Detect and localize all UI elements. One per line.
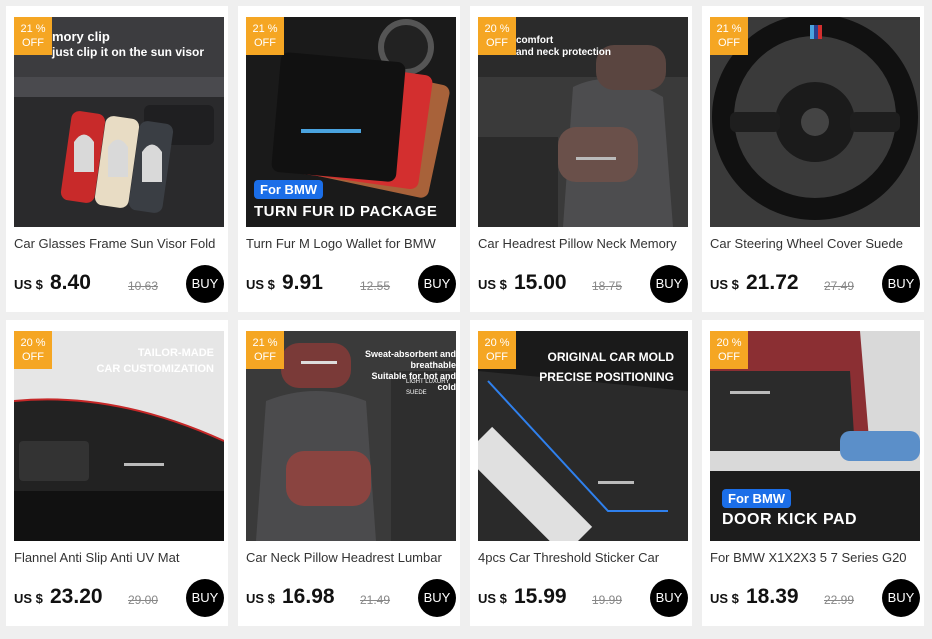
product-image[interactable]: Sweat-absorbent and breathable Suitable f… (246, 331, 456, 541)
product-title[interactable]: Car Steering Wheel Cover Suede (710, 236, 920, 251)
product-card[interactable]: Sweat-absorbent and breathable Suitable f… (238, 320, 460, 626)
currency-label: US $ (478, 591, 507, 606)
image-headline: TURN FUR ID PACKAGE (254, 203, 438, 220)
buy-button[interactable]: BUY (418, 265, 456, 303)
original-price: 21.49 (360, 593, 391, 607)
buy-button[interactable]: BUY (650, 579, 688, 617)
image-caption: just clip it on the sun visor (52, 45, 205, 59)
original-price: 10.63 (128, 279, 159, 293)
product-title[interactable]: For BMW X1X2X3 5 7 Series G20 (710, 550, 920, 565)
product-title[interactable]: Turn Fur M Logo Wallet for BMW (246, 236, 456, 251)
sale-price: 15.99 (514, 585, 567, 608)
product-card[interactable]: For BMW TURN FUR ID PACKAGE 21 % OFF Turn… (238, 6, 460, 312)
sale-price: 9.91 (282, 271, 323, 294)
buy-button[interactable]: BUY (186, 265, 224, 303)
product-image[interactable]: ORIGINAL CAR MOLD PRECISE POSITIONING 20 … (478, 331, 688, 541)
product-image[interactable]: comfort and neck protection 20 % OFF (478, 17, 688, 227)
currency-label: US $ (246, 591, 275, 606)
product-title[interactable]: Flannel Anti Slip Anti UV Mat (14, 550, 224, 565)
product-image[interactable]: For BMW TURN FUR ID PACKAGE 21 % OFF (246, 17, 456, 227)
image-caption: comfort (516, 35, 554, 46)
price-row: US $ 21.72 27.49 BUY (710, 265, 920, 303)
discount-badge: 20 % OFF (14, 331, 52, 369)
product-title[interactable]: Car Headrest Pillow Neck Memory (478, 236, 688, 251)
discount-badge: 21 % OFF (710, 17, 748, 55)
product-title[interactable]: 4pcs Car Threshold Sticker Car (478, 550, 688, 565)
buy-button[interactable]: BUY (650, 265, 688, 303)
price-row: US $ 16.98 21.49 BUY (246, 579, 456, 617)
buy-button[interactable]: BUY (418, 579, 456, 617)
product-card[interactable]: TAILOR-MADE CAR CUSTOMIZATION 20 % OFF Fla… (6, 320, 228, 626)
price-row: US $ 8.40 10.63 BUY (14, 265, 224, 303)
currency-label: US $ (710, 277, 739, 292)
image-caption: and neck protection (516, 47, 612, 58)
image-headline: DOOR KICK PAD (722, 511, 858, 528)
price-row: US $ 15.00 18.75 BUY (478, 265, 688, 303)
discount-badge: 20 % OFF (710, 331, 748, 369)
original-price: 19.99 (592, 593, 623, 607)
image-caption: mory clip (52, 29, 110, 44)
product-image[interactable]: mory clip just clip it on the sun visor … (14, 17, 224, 227)
original-price: 18.75 (592, 279, 623, 293)
product-title[interactable]: Car Glasses Frame Sun Visor Fold (14, 236, 224, 251)
product-image[interactable]: 21 % OFF (710, 17, 920, 227)
price-row: US $ 15.99 19.99 BUY (478, 579, 688, 617)
product-title[interactable]: Car Neck Pillow Headrest Lumbar (246, 550, 456, 565)
product-card[interactable]: For BMW DOOR KICK PAD 20 % OFF For BMW X1… (702, 320, 924, 626)
original-price: 27.49 (824, 279, 855, 293)
product-image[interactable]: For BMW DOOR KICK PAD 20 % OFF (710, 331, 920, 541)
buy-button[interactable]: BUY (882, 265, 920, 303)
product-card[interactable]: comfort and neck protection 20 % OFF Car … (470, 6, 692, 312)
sale-price: 16.98 (282, 585, 335, 608)
product-card[interactable]: mory clip just clip it on the sun visor … (6, 6, 228, 312)
discount-badge: 21 % OFF (246, 331, 284, 369)
sale-price: 18.39 (746, 585, 799, 608)
price-row: US $ 18.39 22.99 BUY (710, 579, 920, 617)
original-price: 12.55 (360, 279, 391, 293)
for-bmw-tag: For BMW (722, 489, 792, 508)
currency-label: US $ (14, 277, 43, 292)
buy-button[interactable]: BUY (186, 579, 224, 617)
price-row: US $ 9.91 12.55 BUY (246, 265, 456, 303)
sale-price: 21.72 (746, 271, 799, 294)
discount-badge: 20 % OFF (478, 17, 516, 55)
discount-badge: 21 % OFF (14, 17, 52, 55)
product-grid: mory clip just clip it on the sun visor … (6, 6, 924, 626)
product-image[interactable]: TAILOR-MADE CAR CUSTOMIZATION 20 % OFF (14, 331, 224, 541)
sale-price: 15.00 (514, 271, 567, 294)
image-caption: TAILOR-MADE CAR CUSTOMIZATION (96, 347, 214, 375)
discount-badge: 21 % OFF (246, 17, 284, 55)
sale-price: 23.20 (50, 585, 103, 608)
sale-price: 8.40 (50, 271, 91, 294)
buy-button[interactable]: BUY (882, 579, 920, 617)
image-caption: ORIGINAL CAR MOLD PRECISE POSITIONING (539, 350, 674, 384)
currency-label: US $ (246, 277, 275, 292)
currency-label: US $ (710, 591, 739, 606)
product-card[interactable]: ORIGINAL CAR MOLD PRECISE POSITIONING 20 … (470, 320, 692, 626)
image-caption: LIGHT LUXURY SUEDE (406, 379, 450, 396)
currency-label: US $ (14, 591, 43, 606)
for-bmw-tag: For BMW (254, 180, 324, 199)
discount-badge: 20 % OFF (478, 331, 516, 369)
original-price: 22.99 (824, 593, 855, 607)
currency-label: US $ (478, 277, 507, 292)
product-card[interactable]: 21 % OFF Car Steering Wheel Cover Suede U… (702, 6, 924, 312)
original-price: 29.00 (128, 593, 159, 607)
price-row: US $ 23.20 29.00 BUY (14, 579, 224, 617)
